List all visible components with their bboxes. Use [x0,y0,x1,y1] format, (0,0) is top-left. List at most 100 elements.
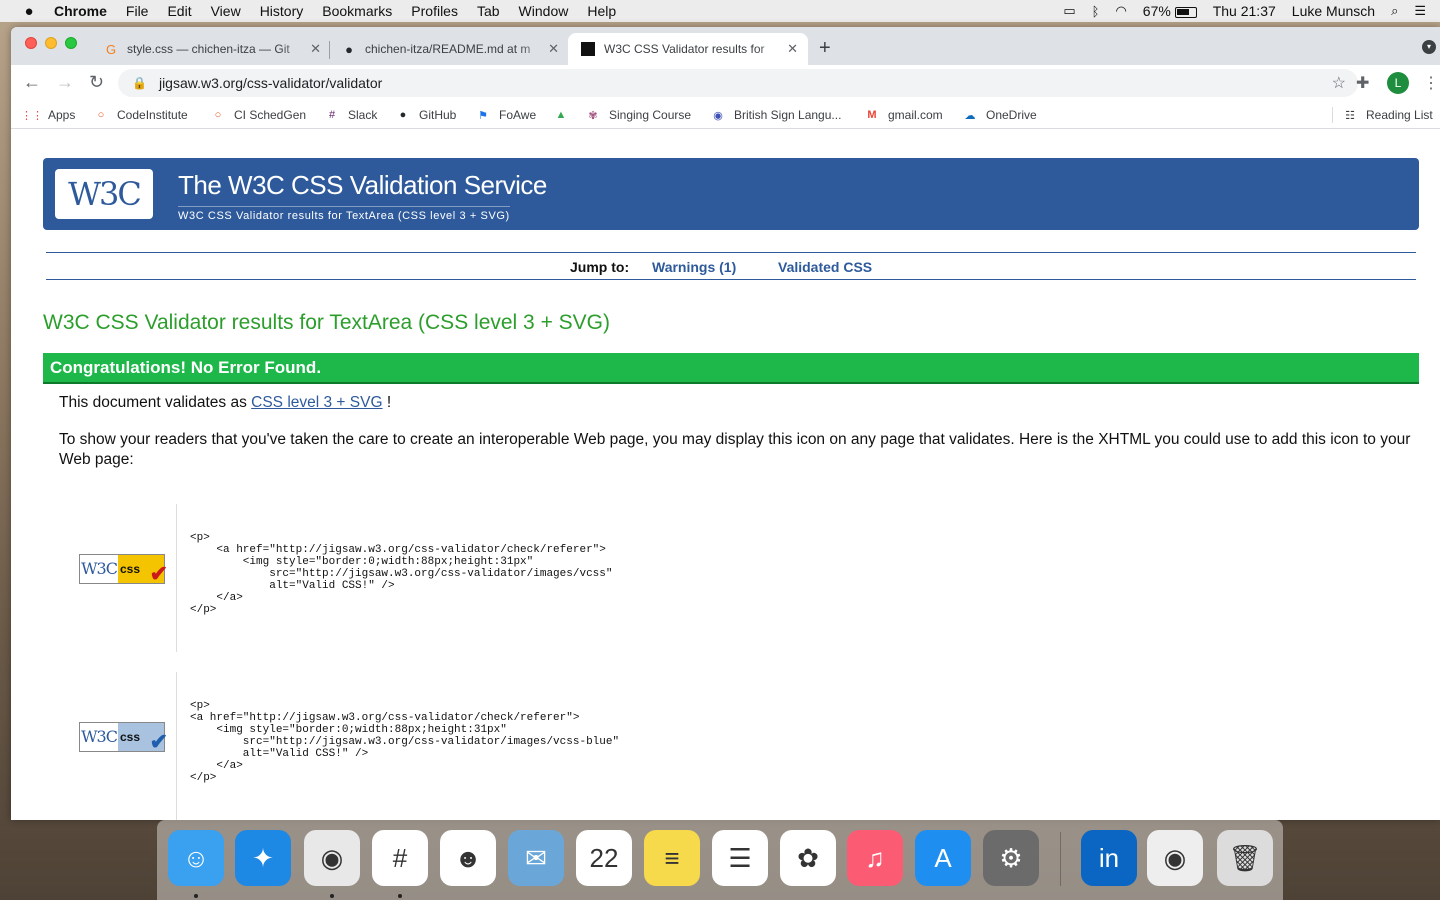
battery-status[interactable]: 67% [1143,3,1197,19]
notification-center-icon[interactable]: ☰ [1414,3,1426,19]
valid-css-badge-blue[interactable]: W3C css ✔ [79,722,168,754]
bookmark-foawe[interactable]: ⚑ FoAwe [476,108,536,122]
close-tab-icon[interactable]: ✕ [310,41,321,57]
menubar-user[interactable]: Luke Munsch [1292,3,1375,19]
bookmark-slack[interactable]: # Slack [325,108,377,122]
slack-icon[interactable]: # [372,830,428,886]
valid-css-badge-gold[interactable]: W3C css ✔ [79,554,168,586]
bookmark-codeinstitute[interactable]: ○ CodeInstitute [94,108,188,122]
running-indicator [398,894,402,898]
badge-w3c-text: W3C [80,723,118,751]
menu-profiles[interactable]: Profiles [411,3,458,19]
photos-icon[interactable]: ✿ [780,830,836,886]
bookmark-google-drive[interactable]: ▲ [554,108,577,122]
trash-icon[interactable]: 🗑 [1217,830,1273,886]
bluetooth-icon[interactable]: ᛒ [1092,4,1100,19]
tab-search-icon[interactable]: ▾ [1422,40,1436,54]
notes-icon[interactable]: ≡ [644,830,700,886]
chrome-window-icon[interactable]: ◉ [1147,830,1203,886]
badge-code-snippet[interactable]: <p> <a href="http://jigsaw.w3.org/css-va… [190,532,612,616]
tab-title: W3C CSS Validator results for [604,42,765,56]
close-tab-icon[interactable]: ✕ [548,41,559,57]
bookmark-british-sign-language[interactable]: ◉ British Sign Langu... [711,108,841,122]
airplay-icon[interactable]: ▭ [1063,3,1075,19]
page-content: W3C The W3C CSS Validation Service W3C C… [11,130,1440,820]
music-icon[interactable]: ♫ [847,830,903,886]
forward-icon[interactable]: → [56,72,74,93]
system-preferences-icon[interactable]: ⚙ [983,830,1039,886]
zoom-window-button[interactable] [65,37,77,49]
bookmark-github[interactable]: ● GitHub [396,108,457,122]
badge-cell: W3C css ✔ [59,504,177,652]
slack-icon: # [328,109,336,121]
menubar-clock[interactable]: Thu 21:37 [1213,3,1276,19]
app-store-icon[interactable]: A [915,830,971,886]
bookmark-singing-course[interactable]: ✾ Singing Course [586,108,691,122]
bookmark-onedrive[interactable]: ☁ OneDrive [963,108,1037,122]
menu-tab[interactable]: Tab [477,3,500,19]
wifi-icon[interactable]: ◠ [1115,3,1126,19]
jump-link-warnings[interactable]: Warnings (1) [652,259,736,275]
menu-help[interactable]: Help [587,3,616,19]
bookmark-label: British Sign Langu... [734,108,842,122]
apple-menu-icon[interactable]: ● [20,3,38,20]
reading-list-button[interactable]: ☷ Reading List [1343,108,1433,122]
tab-readme[interactable]: ● chichen-itza/README.md at m ✕ [329,33,569,65]
macos-menu-bar: ● Chrome File Edit View History Bookmark… [0,0,1440,22]
calendar-icon[interactable]: 22 [576,830,632,886]
bookmark-label: Singing Course [609,108,692,122]
finder-icon[interactable]: ☺ [168,830,224,886]
bookmark-ci-schedgen[interactable]: ○ CI SchedGen [211,108,306,122]
back-icon[interactable]: ← [23,72,41,93]
reminders-icon[interactable]: ☰ [712,830,768,886]
bookmark-label: GitHub [419,108,457,122]
extensions-puzzle-icon[interactable]: ✚ [1356,73,1369,93]
bookmark-label: CodeInstitute [117,108,188,122]
chrome-menu-icon[interactable]: ⋮ [1423,73,1439,93]
badge-explanation: To show your readers that you've taken t… [59,431,1411,468]
bookmark-star-icon[interactable]: ☆ [1332,73,1346,93]
preview-icon[interactable]: ✉ [508,830,564,886]
bookmark-apps[interactable]: ⋮⋮ Apps [21,108,75,122]
menu-window[interactable]: Window [519,3,569,19]
jump-link-validated-css[interactable]: Validated CSS [778,259,872,275]
close-tab-icon[interactable]: ✕ [787,41,798,57]
tab-style-css[interactable]: G style.css — chichen-itza — Git ✕ [91,33,331,65]
spotlight-search-icon[interactable]: ⌕ [1391,3,1398,19]
tab-strip: G style.css — chichen-itza — Git ✕ ● chi… [11,27,1440,65]
bookmark-label: CI SchedGen [234,108,307,122]
new-tab-icon[interactable]: + [819,37,831,60]
w3c-logo[interactable]: W3C [55,169,153,219]
battery-icon [1174,6,1197,18]
badge-code-snippet[interactable]: <p> <a href="http://jigsaw.w3.org/css-va… [190,700,619,784]
close-window-button[interactable] [25,37,37,49]
chrome-icon[interactable]: ◉ [304,830,360,886]
bookmark-gmail[interactable]: Mgmail.com [865,108,942,122]
safari-icon[interactable]: ✦ [235,830,291,886]
minimize-window-button[interactable] [45,37,57,49]
menu-history[interactable]: History [260,3,304,19]
linkedin-icon[interactable]: in [1081,830,1137,886]
singing-icon: ✾ [588,109,598,122]
tab-w3c-validator[interactable]: W3C CSS Validator results for ✕ [568,33,808,65]
address-bar[interactable]: 🔒 jigsaw.w3.org/css-validator/validator … [118,69,1358,97]
badge-snippet-blue: W3C css ✔ <p> <a href="http://jigsaw.w3.… [59,672,1159,820]
lock-icon[interactable]: 🔒 [132,76,147,90]
menu-app-name[interactable]: Chrome [54,3,107,19]
menu-file[interactable]: File [126,3,149,19]
url-text[interactable]: jigsaw.w3.org/css-validator/validator [159,75,382,91]
bookmark-label: FoAwe [499,108,537,122]
menu-edit[interactable]: Edit [167,3,191,19]
badge-snippet-gold: W3C css ✔ <p> <a href="http://jigsaw.w3.… [59,504,1159,652]
results-title: W3C CSS Validator results for TextArea (… [43,311,611,334]
banner-title[interactable]: The W3C CSS Validation Service [178,170,547,201]
ring-icon: ○ [214,109,222,121]
profile-avatar[interactable]: L [1387,72,1409,94]
menu-view[interactable]: View [211,3,241,19]
menu-bookmarks[interactable]: Bookmarks [322,3,392,19]
browser-toolbar: ← → ↻ 🔒 jigsaw.w3.org/css-validator/vali… [11,65,1440,101]
reload-icon[interactable]: ↻ [89,72,104,93]
battery-percent: 67% [1142,3,1171,19]
smiley-app-icon[interactable]: ☻ [440,830,496,886]
css-profile-link[interactable]: CSS level 3 + SVG [251,394,382,411]
